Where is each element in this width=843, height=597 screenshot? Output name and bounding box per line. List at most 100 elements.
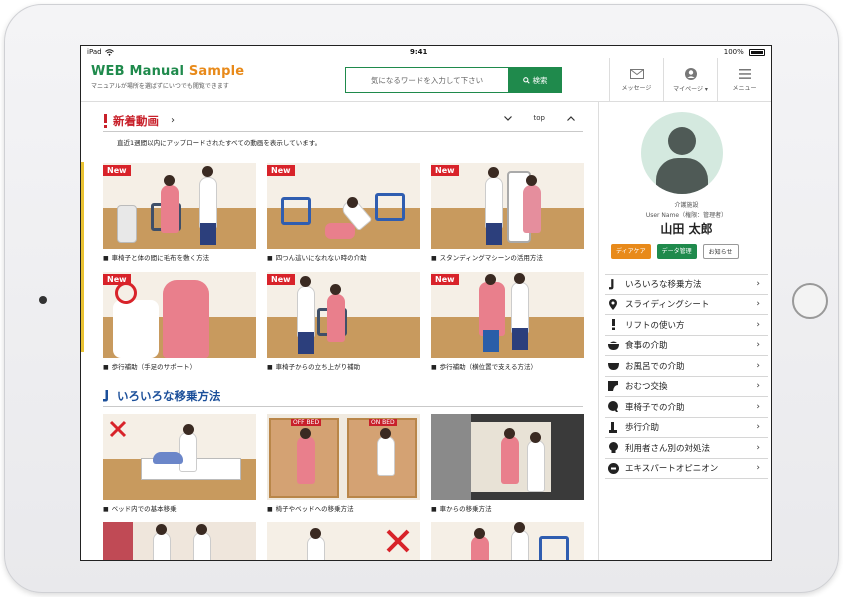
- video-caption: 車からの移乗方法: [431, 503, 584, 513]
- profile-tags: ディアケア データ管理 お知らせ: [611, 244, 739, 259]
- video-caption: ベッド内での基本移乗: [103, 503, 256, 513]
- video-card[interactable]: 車からの移乗方法: [431, 414, 584, 513]
- menu-item-expert[interactable]: エキスパートオピニオン ›: [605, 459, 768, 479]
- search-bar: 検索: [345, 67, 562, 93]
- video-thumbnail[interactable]: New: [103, 272, 256, 358]
- video-caption: 歩行補助（手足のサポート）: [103, 361, 256, 371]
- search-button[interactable]: 検索: [508, 67, 562, 93]
- search-button-label: 検索: [532, 75, 548, 85]
- chevron-right-icon: ›: [756, 319, 760, 330]
- video-card[interactable]: New 歩行補助（横位置で支える方法）: [431, 272, 584, 371]
- video-thumbnail[interactable]: OFF BED ON BED: [267, 414, 420, 500]
- menu-item-bath[interactable]: お風呂での介助 ›: [605, 356, 768, 377]
- mypage-button[interactable]: マイページ ▾: [663, 58, 717, 102]
- message-button[interactable]: メッセージ: [609, 58, 663, 102]
- chevron-right-icon: ›: [756, 279, 760, 290]
- chevron-up-icon[interactable]: [567, 115, 575, 121]
- search-icon: [522, 76, 530, 84]
- status-bar: iPad 9:41 100%: [81, 46, 771, 58]
- new-videos-title: 新着動画: [113, 113, 159, 128]
- top-link[interactable]: top: [534, 114, 545, 122]
- person-icon: [608, 442, 618, 454]
- menu-item-diaper[interactable]: おむつ交換 ›: [605, 377, 768, 397]
- profile-role: 介護施設: [674, 202, 699, 209]
- section-controls: top: [503, 114, 575, 122]
- video-thumbnail[interactable]: New: [431, 272, 584, 358]
- battery-icon: [748, 48, 765, 56]
- video-thumbnail[interactable]: New: [267, 163, 420, 249]
- video-card[interactable]: New 車椅子からの立ち上がり補助: [267, 272, 420, 371]
- transfer-icon: [103, 389, 108, 401]
- message-label: メッセージ: [621, 84, 652, 92]
- new-badge: New: [103, 165, 131, 176]
- new-badge: New: [103, 274, 131, 285]
- menu-item-transfer[interactable]: いろいろな移乗方法 ›: [605, 274, 768, 295]
- profile-name: 山田 太郎: [660, 222, 713, 236]
- video-card[interactable]: ベッド内での基本移乗: [103, 414, 256, 513]
- menu-button[interactable]: メニュー: [717, 58, 771, 102]
- video-thumbnail[interactable]: New: [103, 163, 256, 249]
- chevron-right-icon: ›: [756, 401, 760, 412]
- menu-item-label: リフトの使い方: [625, 320, 685, 331]
- transfer-icon: [609, 278, 614, 290]
- video-thumbnail[interactable]: New: [267, 272, 420, 358]
- menu-item-lift[interactable]: リフトの使い方 ›: [605, 315, 768, 336]
- video-card[interactable]: [103, 522, 256, 560]
- video-thumbnail[interactable]: [103, 414, 256, 500]
- tag-data-management[interactable]: データ管理: [656, 244, 697, 259]
- tag-deacare[interactable]: ディアケア: [611, 244, 651, 259]
- new-videos-more-arrow[interactable]: ›: [171, 115, 175, 126]
- menu-item-wheelchair[interactable]: 車椅子での介助 ›: [605, 397, 768, 418]
- video-thumbnail[interactable]: New: [431, 163, 584, 249]
- bowl-icon: [607, 341, 619, 350]
- new-videos-description: 直近1週間以内にアップロードされたすべての動画を表示しています。: [117, 139, 322, 147]
- menu-item-label: いろいろな移乗方法: [625, 280, 702, 291]
- menu-item-meal[interactable]: 食事の介助 ›: [605, 336, 768, 356]
- new-badge: New: [267, 165, 295, 176]
- video-caption: 歩行補助（横位置で支える方法）: [431, 361, 584, 371]
- wifi-icon: [104, 48, 114, 56]
- on-bed-label: ON BED: [369, 419, 397, 426]
- chevron-right-icon: ›: [756, 381, 760, 392]
- menu-item-label: 車椅子での介助: [625, 402, 685, 413]
- transfer-methods-title: いろいろな移乗方法: [117, 388, 221, 403]
- chevron-down-icon[interactable]: [503, 115, 512, 121]
- menu-label: メニュー: [732, 84, 757, 92]
- brand-tagline: マニュアルが場所を選ばずにいつでも閲覧できます: [91, 83, 229, 90]
- brand-logo[interactable]: WEB Manual Sample マニュアルが場所を選ばずにいつでも閲覧できま…: [91, 64, 244, 90]
- chevron-right-icon: ›: [756, 340, 760, 351]
- search-input[interactable]: [345, 67, 508, 93]
- transfer-methods-header: いろいろな移乗方法: [103, 385, 583, 407]
- video-thumbnail[interactable]: [431, 522, 584, 560]
- ipad-frame: iPad 9:41 100% WEB Manual Sample マニュアルが場…: [4, 4, 839, 593]
- video-card[interactable]: [431, 522, 584, 560]
- menu-item-sliding-sheet[interactable]: スライディングシート ›: [605, 295, 768, 315]
- avatar[interactable]: [641, 112, 723, 194]
- video-card[interactable]: OFF BED ON BED 椅子やベッドへの移乗方法: [267, 414, 420, 513]
- app-header: WEB Manual Sample マニュアルが場所を選ばずにいつでも閲覧できま…: [81, 58, 771, 102]
- profile-username-label: User Name（権限：管理者）: [645, 212, 728, 219]
- video-card[interactable]: New 四つん這いになれない時の介助: [267, 163, 420, 262]
- video-card[interactable]: [267, 522, 420, 560]
- tag-notice[interactable]: お知らせ: [702, 244, 739, 259]
- wheelchair-icon: [607, 401, 618, 413]
- battery-percent: 100%: [723, 48, 744, 56]
- menu-item-label: エキスパートオピニオン: [625, 464, 719, 475]
- new-videos-header: 新着動画 › top: [103, 110, 583, 132]
- video-card[interactable]: New 歩行補助（手足のサポート）: [103, 272, 256, 371]
- menu-item-by-user[interactable]: 利用者さん別の対処法 ›: [605, 438, 768, 459]
- main-content[interactable]: 新着動画 › top 直近1週間以内にアップロードされたすべての動画を表示してい…: [81, 102, 598, 560]
- video-card[interactable]: New 車椅子と体の間に毛布を敷く方法: [103, 163, 256, 262]
- video-card[interactable]: New スタンディングマシーンの活用方法: [431, 163, 584, 262]
- chevron-right-icon: ›: [756, 360, 760, 371]
- screen: iPad 9:41 100% WEB Manual Sample マニュアルが場…: [80, 45, 772, 561]
- chevron-right-icon: ›: [756, 422, 760, 433]
- video-thumbnail[interactable]: [103, 522, 256, 560]
- home-button[interactable]: [792, 283, 828, 319]
- bath-icon: [607, 363, 619, 371]
- chevron-right-icon: ›: [756, 299, 760, 310]
- video-thumbnail[interactable]: [431, 414, 584, 500]
- scroll-indicator: [81, 162, 84, 352]
- menu-item-walking[interactable]: 歩行介助 ›: [605, 418, 768, 438]
- video-thumbnail[interactable]: [267, 522, 420, 560]
